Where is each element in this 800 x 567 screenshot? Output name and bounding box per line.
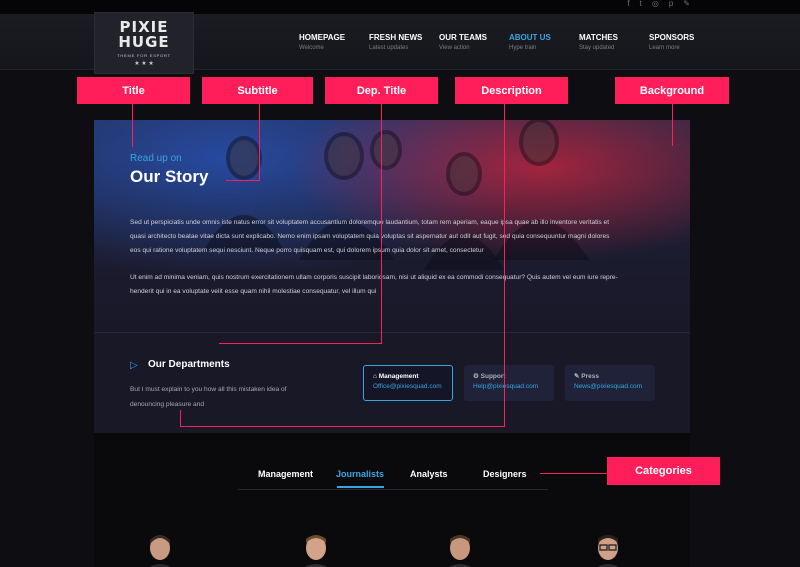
- department-name: ⚙ Support: [473, 373, 506, 380]
- paragraph-line: quasi architecto beatae vitae dicta sunt…: [130, 233, 610, 240]
- category-tabs: Management Journalists Analysts Designer…: [238, 462, 548, 490]
- nav-label: FRESH NEWS: [369, 33, 423, 42]
- team-member-avatar[interactable]: [588, 530, 628, 567]
- tab-designers[interactable]: Designers: [483, 469, 527, 479]
- nav-sublabel: Stay updated: [579, 45, 615, 51]
- story-title: Our Story: [130, 167, 209, 186]
- callout-subtitle: Subtitle: [202, 77, 313, 104]
- department-email[interactable]: Help@pixiesquad.com: [473, 383, 554, 390]
- story-paragraph-1: Sed ut perspiciatis unde omnis iste natu…: [130, 216, 655, 258]
- callout-line-description-h: [180, 426, 505, 427]
- department-name: ⌂ Management: [373, 373, 419, 380]
- callout-description: Description: [455, 77, 568, 104]
- nav-item-matches[interactable]: MATCHES Stay updated: [579, 33, 649, 51]
- paragraph-line: henderit qui in ea voluptate velit esse …: [130, 288, 377, 295]
- callout-line-background: [672, 104, 673, 146]
- discord-icon[interactable]: ✎: [683, 0, 690, 8]
- logo-line-2: HUGE: [118, 32, 170, 51]
- nav-item-homepage[interactable]: HOMEPAGE Welcome: [299, 33, 369, 51]
- play-arrow-icon: ▷: [130, 360, 138, 371]
- callout-line-dep-title: [381, 104, 382, 343]
- tab-analysts[interactable]: Analysts: [410, 469, 448, 479]
- callout-line-dep-title-h: [219, 343, 382, 344]
- story-subtitle: Read up on: [130, 153, 182, 164]
- department-card-management[interactable]: ⌂ Management Office@pixiesquad.com: [363, 365, 453, 401]
- callout-line-subtitle: [259, 104, 260, 180]
- paragraph-line: eos qui ratione voluptatem sequi nesciun…: [130, 247, 484, 254]
- callout-dep-title: Dep. Title: [325, 77, 438, 104]
- callout-categories: Categories: [607, 457, 720, 485]
- story-paragraph-2: Ut enim ad minima veniam, quis nostrum e…: [130, 271, 655, 299]
- team-member-avatar[interactable]: [440, 530, 480, 567]
- nav-sublabel: Welcome: [299, 45, 324, 51]
- instagram-icon[interactable]: ◎: [652, 0, 659, 8]
- active-tab-indicator: [337, 486, 384, 488]
- nav-label: ABOUT US: [509, 33, 551, 42]
- paragraph-line: Sed ut perspiciatis unde omnis iste natu…: [130, 219, 610, 226]
- callout-line-title: [132, 104, 133, 147]
- department-name: ✎ Press: [574, 373, 599, 380]
- description-line: denouncing pleasure and: [130, 401, 205, 408]
- departments-title: Our Departments: [148, 359, 230, 370]
- home-icon: ⌂: [373, 373, 377, 380]
- department-email[interactable]: News@pixiesquad.com: [574, 383, 655, 390]
- nav-label: MATCHES: [579, 33, 618, 42]
- callout-line-description: [504, 104, 505, 426]
- site-logo[interactable]: PIXIE HUGE THEME FOR ESPORT ★ ★ ★: [94, 12, 194, 74]
- nav-item-our-teams[interactable]: OUR TEAMS View action: [439, 33, 509, 51]
- department-card-support[interactable]: ⚙ Support Help@pixiesquad.com: [464, 365, 554, 401]
- tab-journalists[interactable]: Journalists: [336, 469, 384, 479]
- callout-line-categories: [540, 473, 607, 474]
- callout-line-subtitle-h: [226, 180, 260, 181]
- department-card-press[interactable]: ✎ Press News@pixiesquad.com: [565, 365, 655, 401]
- pinterest-icon[interactable]: p: [669, 0, 673, 8]
- pen-icon: ✎: [574, 373, 580, 380]
- main-nav: HOMEPAGE Welcome FRESH NEWS Latest updat…: [299, 33, 719, 51]
- twitter-icon[interactable]: t: [640, 0, 642, 8]
- nav-label: OUR TEAMS: [439, 33, 487, 42]
- nav-item-sponsors[interactable]: SPONSORS Learn more: [649, 33, 719, 51]
- gear-icon: ⚙: [473, 373, 479, 380]
- departments-description: But I must explain to you how all this m…: [130, 382, 315, 412]
- nav-item-fresh-news[interactable]: FRESH NEWS Latest updates: [369, 33, 439, 51]
- nav-sublabel: View action: [439, 45, 470, 51]
- callout-background: Background: [615, 77, 729, 104]
- callout-title: Title: [77, 77, 190, 104]
- nav-label: SPONSORS: [649, 33, 695, 42]
- department-email[interactable]: Office@pixiesquad.com: [373, 383, 452, 390]
- logo-stars: ★ ★ ★: [134, 60, 154, 67]
- team-member-avatar[interactable]: [296, 530, 336, 567]
- nav-sublabel: Latest updates: [369, 45, 409, 51]
- facebook-icon[interactable]: f: [627, 0, 629, 8]
- nav-item-about-us[interactable]: ABOUT US Hype train: [509, 33, 579, 51]
- section-divider: [94, 332, 690, 333]
- team-member-avatar[interactable]: [140, 530, 180, 567]
- nav-label: HOMEPAGE: [299, 33, 346, 42]
- paragraph-line: Ut enim ad minima veniam, quis nostrum e…: [130, 274, 618, 281]
- callout-line-description-v: [180, 410, 181, 427]
- social-links: f t ◎ p ✎: [627, 0, 690, 8]
- nav-sublabel: Learn more: [649, 45, 680, 51]
- nav-sublabel: Hype train: [509, 45, 537, 51]
- logo-tagline: THEME FOR ESPORT: [117, 52, 171, 58]
- description-line: But I must explain to you how all this m…: [130, 386, 287, 393]
- our-story-section: Read up on Our Story Sed ut perspiciatis…: [94, 120, 690, 433]
- tab-management[interactable]: Management: [258, 469, 313, 479]
